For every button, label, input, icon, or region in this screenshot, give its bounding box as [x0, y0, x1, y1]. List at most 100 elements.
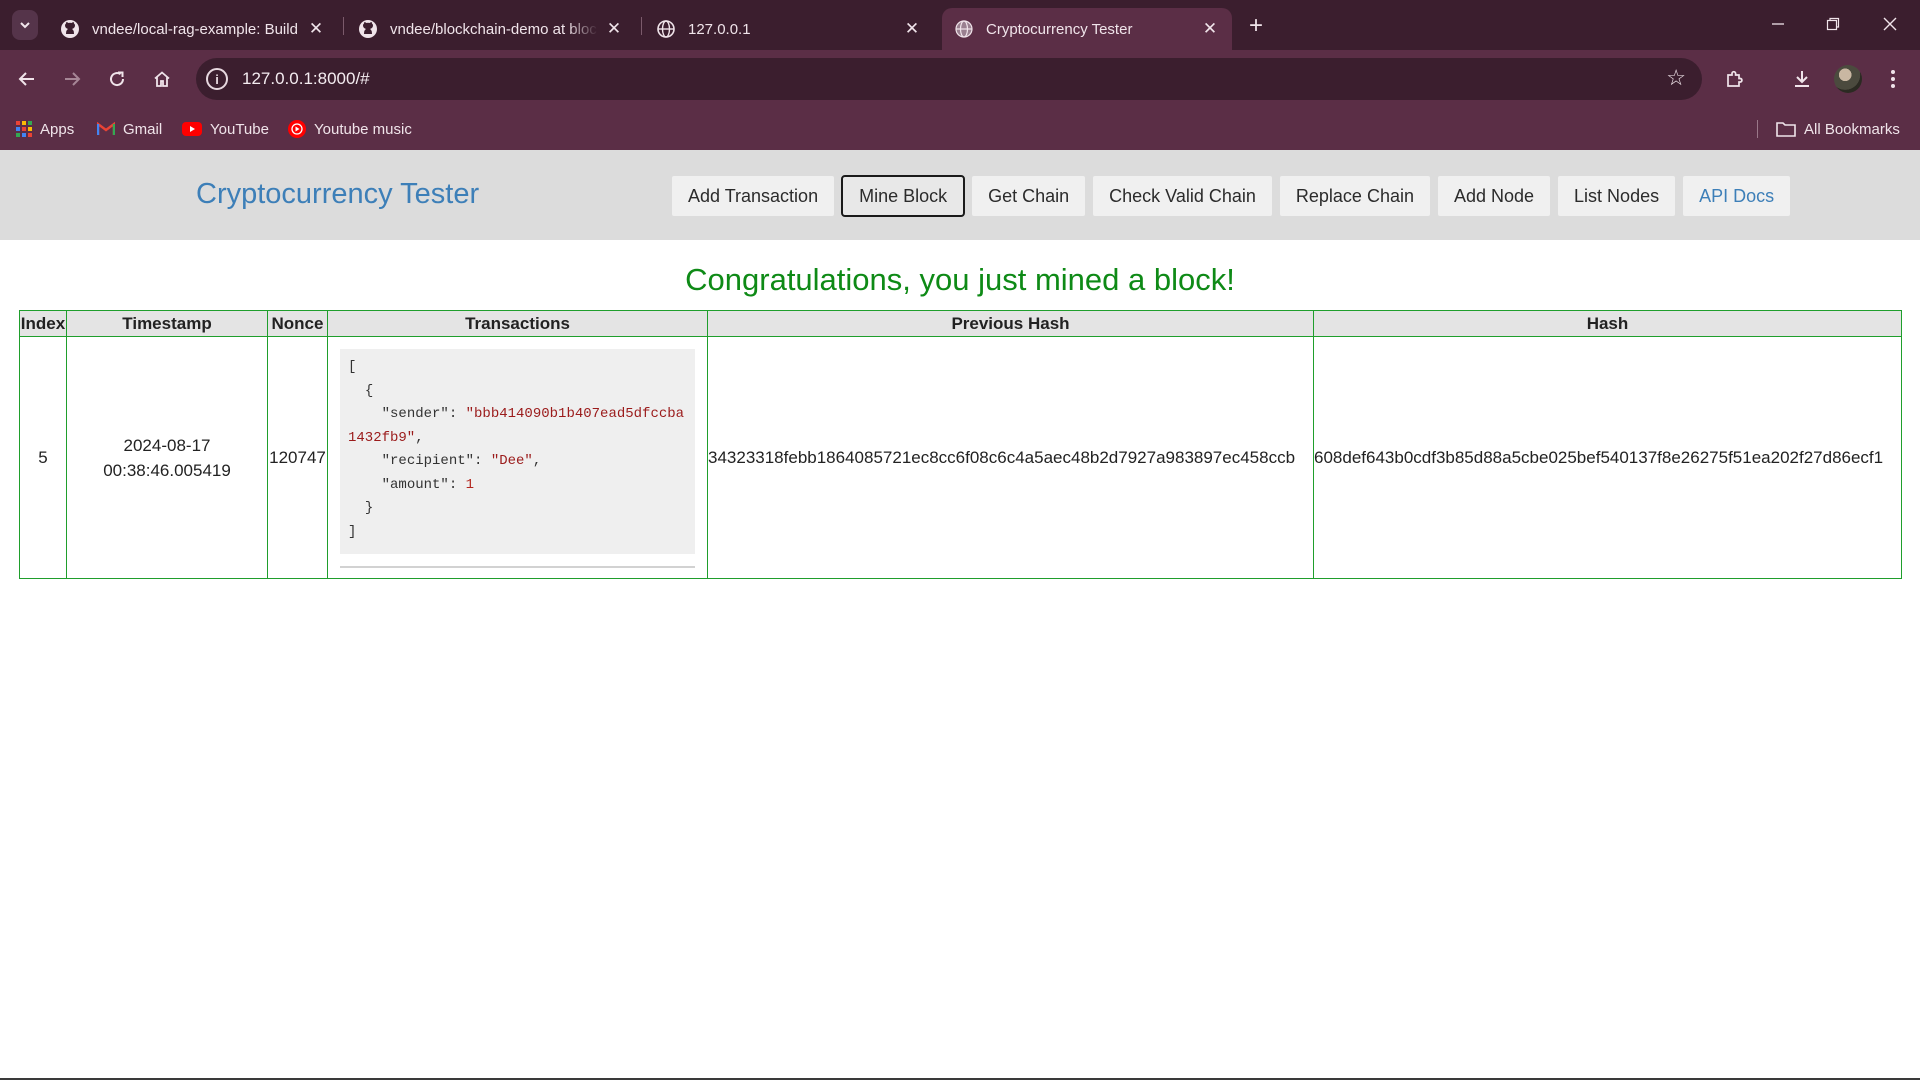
apps-grid-icon [16, 121, 32, 137]
home-icon [154, 71, 170, 87]
check-valid-chain-button[interactable]: Check Valid Chain [1092, 175, 1273, 217]
close-icon[interactable]: ✕ [902, 19, 922, 39]
tab-local-rag[interactable]: vndee/local-rag-example: Build ✕ [48, 8, 338, 50]
nav-buttons: Add Transaction Mine Block Get Chain Che… [671, 175, 1792, 217]
downloads-button[interactable] [1785, 62, 1819, 96]
transactions-json[interactable]: [ { "sender": "bbb414090b1b407ead5dfccba… [340, 349, 695, 554]
url-text[interactable]: 127.0.0.1:8000/# [242, 69, 370, 89]
globe-icon [656, 19, 676, 39]
folder-icon [1776, 121, 1796, 137]
cell-timestamp: 2024-08-17 00:38:46.005419 [66, 336, 268, 579]
close-window-button[interactable] [1870, 8, 1910, 40]
tab-separator [343, 17, 344, 35]
tab-title: Cryptocurrency Tester [986, 20, 1133, 38]
column-header-hash: Hash [1313, 310, 1902, 337]
github-icon [60, 19, 80, 39]
arrow-left-icon [18, 72, 34, 86]
bookmarks-bar: Apps Gmail YouTube Youtube music All Boo… [0, 108, 1920, 150]
column-header-transactions: Transactions [327, 310, 708, 337]
column-header-nonce: Nonce [267, 310, 328, 337]
restore-icon [1826, 17, 1840, 31]
download-icon [1795, 71, 1809, 87]
site-info-icon[interactable]: i [206, 68, 228, 90]
reload-icon [110, 71, 125, 87]
close-icon[interactable]: ✕ [1200, 19, 1220, 39]
column-header-index: Index [19, 310, 67, 337]
tx-amount: 1 [465, 476, 475, 493]
replace-chain-button[interactable]: Replace Chain [1278, 175, 1431, 217]
extensions-button[interactable] [1718, 62, 1752, 96]
tab-title: vndee/local-rag-example: Build [92, 20, 298, 38]
tab-blockchain-demo[interactable]: vndee/blockchain-demo at blockchain ✕ [346, 8, 636, 50]
mine-block-button[interactable]: Mine Block [841, 175, 966, 217]
add-node-button[interactable]: Add Node [1436, 175, 1552, 217]
list-nodes-button[interactable]: List Nodes [1557, 175, 1677, 217]
profile-avatar[interactable] [1834, 65, 1862, 93]
table-header-row: Index Timestamp Nonce Transactions Previ… [19, 310, 1902, 337]
youtube-icon [182, 122, 202, 136]
timestamp-date: 2024-08-17 [123, 435, 211, 455]
cell-hash: 608def643b0cdf3b85d88a5cbe025bef540137f8… [1313, 336, 1902, 579]
all-bookmarks-label: All Bookmarks [1804, 120, 1900, 138]
bookmark-apps[interactable]: Apps [16, 117, 74, 141]
bookmark-youtube[interactable]: YouTube [182, 117, 269, 141]
bookmark-gmail[interactable]: Gmail [97, 117, 162, 141]
add-transaction-button[interactable]: Add Transaction [671, 175, 836, 217]
address-bar[interactable]: i 127.0.0.1:8000/# ☆ [196, 58, 1702, 100]
bookmark-separator [1757, 120, 1758, 138]
tab-title: vndee/blockchain-demo at blockchain [390, 20, 598, 38]
timestamp-time: 00:38:46.005419 [103, 460, 231, 480]
back-button[interactable] [10, 62, 44, 96]
minimize-icon [1772, 23, 1784, 25]
plus-icon: + [1248, 12, 1263, 39]
bookmark-label: Apps [40, 120, 75, 138]
star-icon[interactable]: ☆ [1666, 65, 1686, 91]
api-docs-link[interactable]: API Docs [1682, 175, 1792, 217]
cell-nonce: 120747 [267, 336, 328, 579]
tx-sender: "bbb414090b1b407ead5dfccba1432fb9" [348, 406, 685, 446]
gmail-icon [97, 122, 115, 136]
browser-toolbar: i 127.0.0.1:8000/# ☆ [0, 50, 1920, 108]
globe-icon [954, 19, 974, 39]
tab-search-button[interactable] [12, 10, 38, 40]
forward-button[interactable] [55, 62, 89, 96]
arrow-right-icon [65, 72, 81, 86]
youtube-music-icon [288, 120, 306, 138]
close-icon [1883, 17, 1897, 31]
block-table: Index Timestamp Nonce Transactions Previ… [19, 310, 1902, 579]
minimize-button[interactable] [1758, 8, 1798, 40]
home-button[interactable] [145, 62, 179, 96]
cell-index: 5 [19, 336, 67, 579]
new-tab-button[interactable]: + [1242, 12, 1270, 39]
bookmark-label: Gmail [123, 120, 163, 138]
tx-recipient: "Dee" [490, 453, 533, 469]
tab-localhost[interactable]: 127.0.0.1 ✕ [644, 8, 934, 50]
chevron-down-icon [20, 22, 30, 29]
column-header-timestamp: Timestamp [66, 310, 268, 337]
tab-cryptocurrency-tester[interactable]: Cryptocurrency Tester ✕ [942, 8, 1232, 50]
app-brand[interactable]: Cryptocurrency Tester [196, 178, 479, 211]
close-icon[interactable]: ✕ [306, 19, 326, 39]
horizontal-scrollbar[interactable] [340, 566, 695, 568]
tab-title: 127.0.0.1 [688, 20, 751, 38]
bookmark-label: YouTube [210, 120, 269, 138]
github-icon [358, 19, 378, 39]
puzzle-icon [1727, 70, 1743, 87]
tab-bar: vndee/local-rag-example: Build ✕ vndee/b… [0, 0, 1920, 50]
table-row: 5 2024-08-17 00:38:46.005419 120747 [ { … [19, 336, 1902, 579]
restore-button[interactable] [1813, 8, 1853, 40]
close-icon[interactable]: ✕ [604, 19, 624, 39]
reload-button[interactable] [100, 62, 134, 96]
success-message: Congratulations, you just mined a block! [685, 262, 1235, 297]
app-navbar: Cryptocurrency Tester Add Transaction Mi… [0, 150, 1920, 240]
tab-separator [641, 17, 642, 35]
bookmark-youtube-music[interactable]: Youtube music [288, 117, 412, 141]
cell-transactions: [ { "sender": "bbb414090b1b407ead5dfccba… [327, 336, 708, 579]
menu-button[interactable] [1876, 62, 1910, 96]
bookmark-label: Youtube music [314, 120, 412, 138]
page-content: Cryptocurrency Tester Add Transaction Mi… [0, 150, 1920, 1080]
all-bookmarks-button[interactable]: All Bookmarks [1776, 117, 1900, 141]
get-chain-button[interactable]: Get Chain [971, 175, 1087, 217]
cell-previous-hash: 34323318febb1864085721ec8cc6f08c6c4a5aec… [707, 336, 1314, 579]
kebab-menu-icon [1891, 70, 1895, 88]
